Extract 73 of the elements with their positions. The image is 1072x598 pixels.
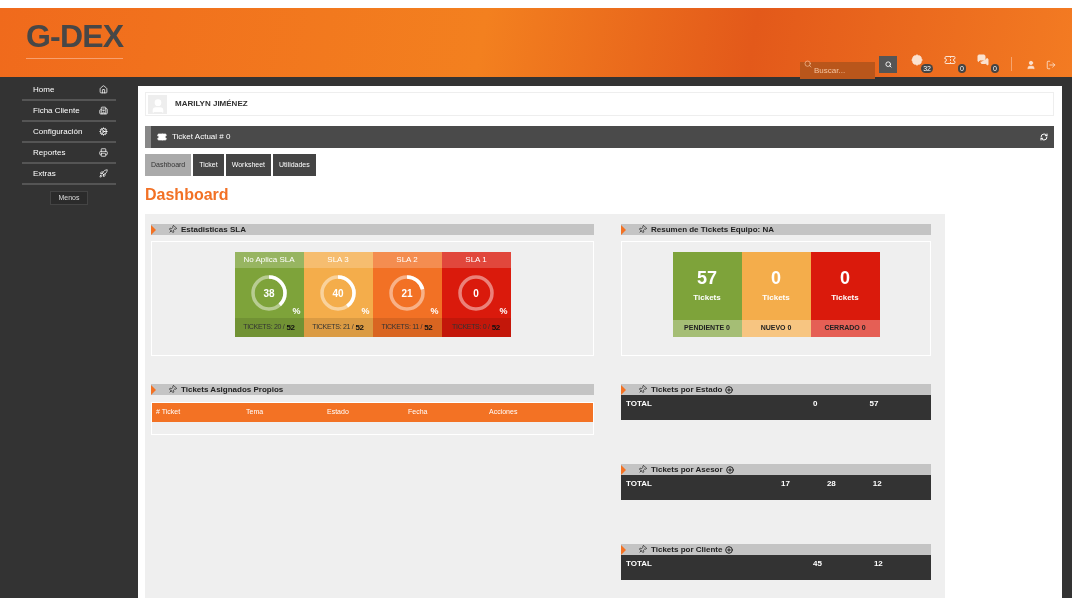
total-value: 17 [781, 478, 790, 490]
refresh-icon[interactable] [1040, 133, 1048, 141]
sla-label: SLA 1 [441, 252, 511, 268]
search-icon [884, 61, 892, 68]
pin-icon [636, 223, 649, 236]
total-value: 28 [826, 478, 836, 490]
sla-label: No Aplica SLA [234, 252, 304, 268]
sidebar-item[interactable]: Home [22, 80, 116, 101]
search-button[interactable] [879, 56, 897, 73]
search-icon [804, 60, 812, 68]
ticket-count: 0 [840, 268, 850, 287]
panel-title: Estadisticas SLA [181, 225, 246, 234]
pin-icon [166, 383, 179, 396]
total-label: TOTAL [626, 478, 653, 490]
gauge-ring [387, 273, 427, 313]
gauge-ring [456, 273, 496, 313]
sidebar-item[interactable]: Extras [22, 164, 116, 185]
panel-title: Resumen de Tickets Equipo: NA [651, 225, 774, 234]
sla-label: SLA 2 [372, 252, 442, 268]
gauge-ring [249, 273, 289, 313]
total-label: TOTAL [626, 558, 653, 570]
panel-title: Tickets por Asesor [651, 465, 723, 474]
ticket-count: 0 [771, 268, 781, 287]
ticket-count: 57 [697, 268, 717, 287]
page-title: Dashboard [145, 187, 230, 203]
ticket-icon [944, 54, 956, 66]
total-value: 12 [872, 478, 882, 490]
total-value: 45 [813, 558, 822, 570]
pin-icon [636, 543, 649, 556]
triangle-icon [621, 224, 626, 235]
percent-sign: % [361, 304, 370, 318]
panel-title: Tickets Asignados Propios [181, 385, 284, 394]
user-icon [1026, 59, 1036, 70]
expand-icon[interactable] [725, 545, 734, 554]
percent-sign: % [292, 304, 301, 318]
ticket-unit: Tickets [693, 291, 721, 304]
printer-icon [99, 148, 108, 157]
user-name: MARILYN JIMÉNEZ [175, 98, 248, 110]
total-value: 0 [813, 398, 818, 410]
pin-icon [166, 223, 179, 236]
sla-value: 38 [263, 286, 275, 301]
sla-value: 40 [332, 286, 344, 301]
house-icon [99, 85, 108, 94]
pin-icon [636, 463, 649, 476]
ticket-unit: Tickets [762, 291, 790, 304]
sla-value: 0 [473, 286, 479, 301]
logout-icon [1046, 59, 1056, 70]
ticket-unit: Tickets [831, 291, 859, 304]
sla-value: 21 [401, 286, 413, 301]
chat-icon [977, 54, 989, 66]
triangle-icon [151, 384, 156, 395]
panel-title: Tickets por Estado [651, 385, 723, 394]
total-value: 57 [869, 398, 879, 410]
gears-icon [99, 127, 108, 136]
expand-icon[interactable] [725, 385, 734, 394]
sla-label: SLA 3 [303, 252, 373, 268]
percent-sign: % [430, 304, 439, 318]
total-label: TOTAL [626, 398, 653, 410]
sidebar-item[interactable]: Configuración [22, 122, 116, 143]
sidebar-item[interactable]: Ficha Cliente [22, 101, 116, 122]
ticket-title: Ticket Actual # 0 [172, 131, 231, 143]
expand-icon[interactable] [725, 465, 734, 474]
search-field[interactable]: Buscar... [800, 62, 875, 79]
panel-title: Tickets por Cliente [651, 545, 723, 554]
total-value: 12 [873, 558, 883, 570]
building-icon [99, 106, 108, 115]
rocket-icon [99, 169, 108, 178]
sidebar-item[interactable]: Reportes [22, 143, 116, 164]
ticket-icon [157, 132, 167, 142]
triangle-icon [151, 224, 156, 235]
pin-icon [636, 383, 649, 396]
gauge-ring [318, 273, 358, 313]
percent-sign: % [499, 304, 508, 318]
